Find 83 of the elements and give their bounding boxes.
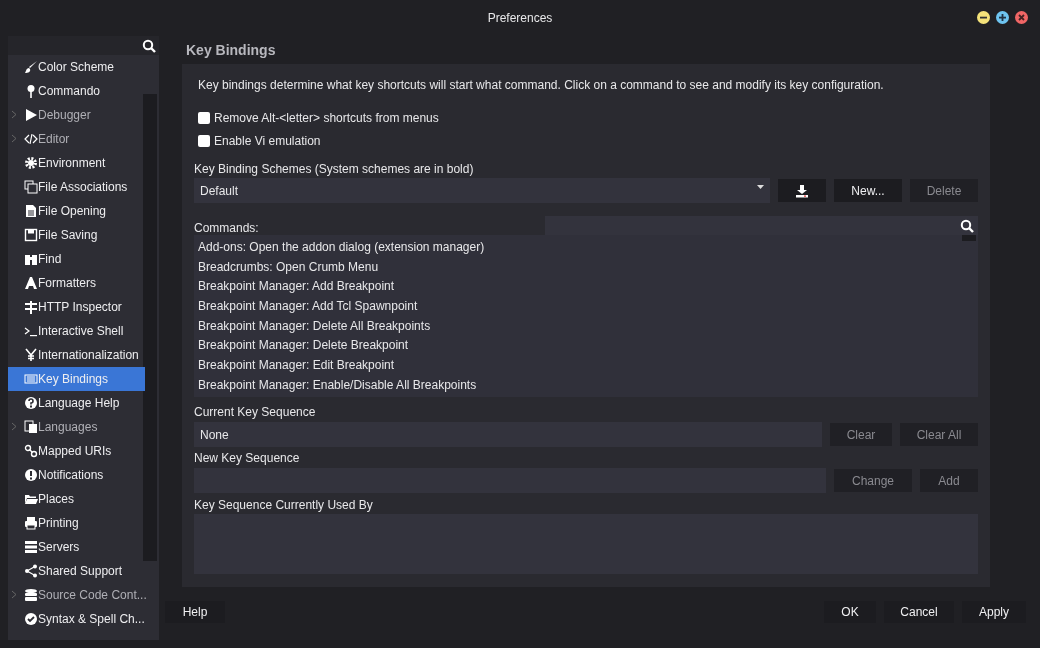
command-item[interactable]: Breakpoint Manager: Delete Breakpoint bbox=[194, 335, 409, 356]
scrollbar[interactable] bbox=[962, 235, 976, 241]
question-icon bbox=[24, 396, 38, 410]
sidebar-item[interactable]: Places bbox=[8, 487, 145, 511]
server-icon bbox=[24, 540, 38, 554]
sidebar-item[interactable]: Notifications bbox=[8, 463, 145, 487]
current-key-field[interactable]: None bbox=[194, 422, 822, 447]
sidebar-item[interactable]: Servers bbox=[8, 535, 145, 559]
field-label: Key Binding Schemes (System schemes are in bold) bbox=[194, 161, 475, 176]
printer-icon bbox=[24, 516, 38, 530]
command-item[interactable]: Breakpoint Manager: Add Tcl Spawnpoint bbox=[194, 296, 418, 316]
document-icon bbox=[24, 204, 38, 218]
folder-icon bbox=[24, 492, 38, 506]
download-icon bbox=[795, 183, 809, 198]
minimize-icon[interactable] bbox=[977, 11, 990, 24]
checkmark-icon bbox=[24, 612, 38, 626]
sidebar-item[interactable]: HTTP Inspector bbox=[8, 295, 145, 319]
command-item[interactable]: Breakpoint Manager: Enable/Disable All Breakpoints bbox=[194, 374, 477, 395]
command-item[interactable]: Add-ons: Open the addon dialog (extension manager) bbox=[194, 237, 485, 257]
sidebar-item[interactable]: Interactive Shell bbox=[8, 319, 145, 343]
sidebar-item[interactable]: Color Scheme bbox=[8, 55, 145, 79]
letter-icon bbox=[24, 276, 38, 290]
sidebar-item[interactable]: Shared Support bbox=[8, 559, 145, 583]
sidebar-item[interactable]: Formatters bbox=[8, 271, 145, 295]
description-text: Key bindings determine what key shortcuts will start what command. Click on a command to see and modify its key configuration. bbox=[197, 78, 885, 94]
command-item[interactable]: Breakpoint Manager: Edit Breakpoint bbox=[194, 355, 395, 375]
checkbox-label: Remove Alt-<letter> shortcuts from menus bbox=[214, 110, 439, 125]
yen-icon bbox=[24, 348, 38, 362]
sidebar-item[interactable]: Editor bbox=[8, 127, 145, 151]
field-label: Current Key Sequence bbox=[194, 404, 317, 419]
search-icon[interactable] bbox=[142, 38, 156, 53]
command-item[interactable]: Breadcrumbs: Open Crumb Menu bbox=[194, 256, 379, 277]
play-icon bbox=[24, 108, 38, 122]
scheme-dropdown[interactable]: Default bbox=[194, 178, 770, 203]
page-title: Key Bindings bbox=[185, 41, 277, 60]
signpost-icon bbox=[24, 300, 38, 314]
sidebar-search-field[interactable] bbox=[8, 36, 159, 55]
checkbox[interactable] bbox=[198, 111, 210, 124]
help-button[interactable]: Help bbox=[165, 601, 225, 623]
sidebar-item[interactable]: File Associations bbox=[8, 175, 145, 199]
copy-icon bbox=[24, 180, 38, 194]
brush-icon bbox=[24, 60, 38, 74]
sidebar-item[interactable]: Printing bbox=[8, 511, 145, 535]
button[interactable]: OK bbox=[824, 601, 876, 623]
sidebar-item[interactable]: File Opening bbox=[8, 199, 145, 223]
link-icon bbox=[24, 444, 38, 458]
sidebar-item[interactable]: Source Code Cont... bbox=[8, 583, 145, 607]
sidebar-item[interactable]: Find bbox=[8, 247, 145, 271]
maximize-icon[interactable] bbox=[996, 11, 1009, 24]
exclamation-icon bbox=[24, 468, 38, 482]
field-label: New Key Sequence bbox=[194, 450, 301, 465]
scrollbar[interactable] bbox=[143, 94, 157, 561]
command-item[interactable]: Breakpoint Manager: Add Breakpoint bbox=[194, 276, 395, 297]
sidebar-item[interactable]: Environment bbox=[8, 151, 145, 175]
field-label: Key Sequence Currently Used By bbox=[194, 497, 374, 512]
button[interactable]: Apply bbox=[962, 601, 1026, 623]
sidebar-item[interactable]: Commando bbox=[8, 79, 145, 103]
gear-icon bbox=[24, 156, 38, 170]
window-title: Preferences bbox=[487, 11, 553, 25]
button[interactable]: Cancel bbox=[884, 601, 954, 623]
share-icon bbox=[24, 564, 38, 578]
sidebar-item[interactable]: Syntax & Spell Ch... bbox=[8, 607, 145, 631]
sidebar-item[interactable]: File Saving bbox=[8, 223, 145, 247]
code-icon bbox=[24, 132, 38, 146]
caret-icon bbox=[757, 185, 764, 189]
sidebar-item[interactable]: Mapped URIs bbox=[8, 439, 145, 463]
command-search-field[interactable] bbox=[545, 216, 978, 235]
dropdown-value: Default bbox=[200, 183, 239, 198]
checkbox[interactable] bbox=[198, 134, 210, 147]
sidebar-item[interactable]: Key Bindings bbox=[8, 367, 145, 391]
download-button[interactable] bbox=[778, 179, 826, 202]
field-label: Commands: bbox=[194, 220, 259, 235]
sidebar-item[interactable]: Language Help bbox=[8, 391, 145, 415]
checkbox-label: Enable Vi emulation bbox=[214, 133, 321, 148]
sidebar-item[interactable]: Languages bbox=[8, 415, 145, 439]
sidebar-item[interactable]: Debugger bbox=[8, 103, 145, 127]
database-icon bbox=[24, 588, 38, 602]
keyboard-icon bbox=[24, 372, 38, 386]
command-item[interactable]: Breakpoint Manager: Delete All Breakpoints bbox=[194, 315, 431, 336]
search-icon bbox=[960, 218, 974, 233]
button[interactable]: New... bbox=[834, 179, 902, 202]
close-icon[interactable] bbox=[1015, 11, 1028, 24]
sidebar-item[interactable]: Internationalization bbox=[8, 343, 145, 367]
